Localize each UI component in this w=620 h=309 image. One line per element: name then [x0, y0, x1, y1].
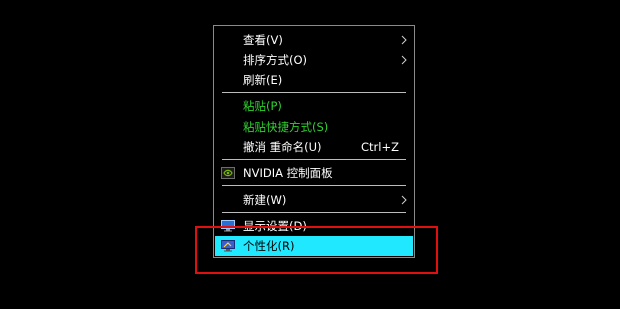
menu-item-paste-shortcut-label: 粘贴快捷方式(S) — [243, 120, 329, 134]
menu-item-refresh[interactable]: 刷新(E) — [215, 70, 413, 90]
menu-item-nvidia[interactable]: NVIDIA 控制面板 — [215, 163, 413, 183]
chevron-right-icon — [401, 55, 407, 65]
menu-item-undo-rename-label: 撤消 重命名(U) — [243, 140, 322, 154]
menu-separator — [222, 185, 406, 186]
menu-item-new[interactable]: 新建(W) — [215, 190, 413, 210]
menu-item-paste-label: 粘贴(P) — [243, 99, 282, 113]
red-highlight-annotation — [195, 226, 438, 274]
menu-item-view[interactable]: 查看(V) — [215, 30, 413, 50]
desktop-context-menu: 查看(V) 排序方式(O) 刷新(E) 粘贴(P) 粘贴快捷方式(S) 撤消 重… — [213, 25, 415, 258]
nvidia-icon — [221, 167, 235, 179]
menu-item-refresh-label: 刷新(E) — [243, 73, 283, 87]
menu-item-undo-shortcut: Ctrl+Z — [361, 140, 399, 154]
menu-item-sort[interactable]: 排序方式(O) — [215, 50, 413, 70]
menu-item-new-label: 新建(W) — [243, 193, 287, 207]
menu-separator — [222, 92, 406, 93]
menu-item-undo-rename[interactable]: 撤消 重命名(U) Ctrl+Z — [215, 137, 413, 157]
menu-item-view-label: 查看(V) — [243, 33, 283, 47]
menu-separator — [222, 159, 406, 160]
chevron-right-icon — [401, 195, 407, 205]
menu-separator — [222, 212, 406, 213]
desktop-background[interactable]: 查看(V) 排序方式(O) 刷新(E) 粘贴(P) 粘贴快捷方式(S) 撤消 重… — [0, 0, 620, 309]
menu-item-nvidia-label: NVIDIA 控制面板 — [243, 166, 333, 180]
chevron-right-icon — [401, 35, 407, 45]
menu-item-sort-label: 排序方式(O) — [243, 53, 308, 67]
menu-item-paste[interactable]: 粘贴(P) — [215, 96, 413, 116]
menu-item-paste-shortcut[interactable]: 粘贴快捷方式(S) — [215, 117, 413, 137]
